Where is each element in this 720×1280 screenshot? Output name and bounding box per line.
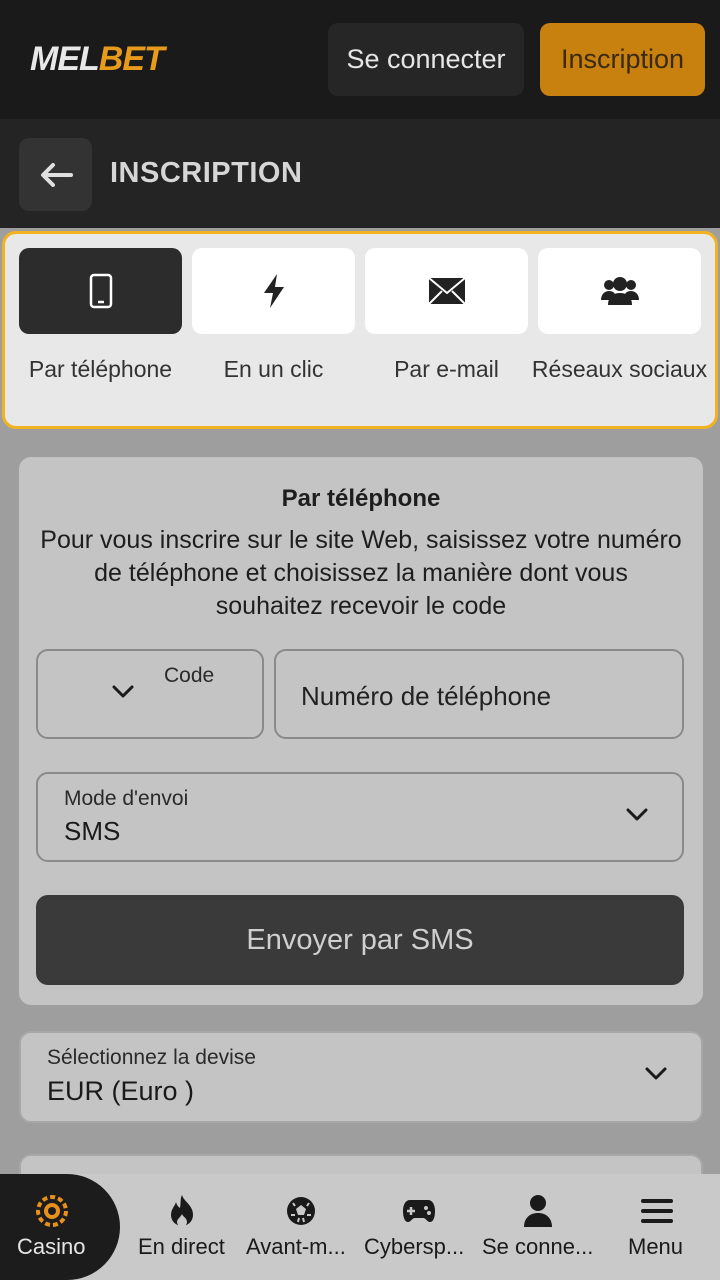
nav-esports[interactable]: Cybersp...	[362, 1174, 477, 1280]
hamburger-icon	[640, 1194, 674, 1228]
page-title: INSCRIPTION	[110, 157, 303, 189]
tab-email-label: Par e-mail	[394, 356, 499, 382]
nav-menu[interactable]: Menu	[600, 1174, 715, 1280]
back-button[interactable]	[19, 138, 92, 211]
nav-login[interactable]: Se conne...	[480, 1174, 595, 1280]
tab-email-box[interactable]	[365, 248, 528, 334]
form-description: Pour vous inscrire sur le site Web, sais…	[40, 526, 682, 620]
nav-live[interactable]: En direct	[125, 1174, 240, 1280]
users-icon	[600, 277, 639, 305]
nav-casino-label: Casino	[17, 1234, 86, 1259]
page-header: INSCRIPTION	[0, 119, 720, 228]
tab-social-box[interactable]	[538, 248, 701, 334]
envelope-icon	[427, 277, 466, 305]
chevron-down-icon	[645, 1067, 667, 1080]
tab-one-click-label: En un clic	[223, 356, 324, 382]
tab-one-click-box[interactable]	[192, 248, 355, 334]
registration-method-tabs: Par téléphone En un clic Par e-mail Rése…	[2, 231, 718, 429]
tab-social-label: Réseaux sociaux	[531, 356, 708, 382]
nav-menu-label: Menu	[628, 1234, 684, 1259]
tab-phone-label: Par téléphone	[28, 356, 173, 382]
form-title: Par téléphone	[281, 485, 441, 512]
phone-number-input[interactable]: Numéro de téléphone	[274, 649, 684, 739]
bottom-navigation: Casino En direct Avant-m... Cybersp... S…	[0, 1174, 720, 1280]
chevron-down-icon	[626, 808, 648, 821]
gamepad-icon	[402, 1194, 436, 1228]
phone-icon	[89, 273, 112, 309]
currency-select[interactable]: Sélectionnez la devise EUR (Euro )	[19, 1031, 703, 1123]
send-mode-value: SMS	[64, 816, 121, 846]
phone-registration-card: Par téléphone Pour vous inscrire sur le …	[19, 457, 703, 1005]
tab-phone-box[interactable]	[19, 248, 182, 334]
arrow-left-icon	[40, 162, 73, 187]
flame-icon	[169, 1194, 195, 1228]
login-button[interactable]: Se connecter	[328, 23, 524, 96]
lightning-icon	[263, 274, 284, 308]
nav-prematch[interactable]: Avant-m...	[243, 1174, 358, 1280]
soccer-ball-icon	[285, 1194, 317, 1228]
user-icon	[523, 1194, 553, 1228]
currency-label: Sélectionnez la devise	[47, 1046, 256, 1069]
logo-text-right: BET	[98, 40, 165, 78]
register-button[interactable]: Inscription	[540, 23, 705, 96]
casino-chip-icon	[36, 1194, 68, 1228]
melbet-logo[interactable]: MELBET	[30, 40, 165, 79]
nav-casino[interactable]: Casino	[0, 1174, 120, 1280]
nav-prematch-label: Avant-m...	[246, 1234, 346, 1259]
nav-esports-label: Cybersp...	[364, 1234, 465, 1259]
send-mode-select[interactable]: Mode d'envoi SMS	[36, 772, 684, 862]
chevron-down-icon	[112, 685, 134, 698]
phone-number-placeholder: Numéro de téléphone	[301, 681, 552, 711]
code-label: Code	[164, 664, 215, 687]
country-code-select[interactable]: Code	[36, 649, 264, 739]
top-header: MELBET Se connecter Inscription	[0, 0, 720, 119]
send-mode-label: Mode d'envoi	[64, 787, 189, 810]
nav-live-label: En direct	[138, 1234, 225, 1259]
nav-login-label: Se conne...	[482, 1234, 594, 1259]
send-sms-button[interactable]: Envoyer par SMS	[36, 895, 684, 985]
currency-value: EUR (Euro )	[47, 1076, 195, 1106]
logo-text-left: MEL	[30, 40, 100, 78]
